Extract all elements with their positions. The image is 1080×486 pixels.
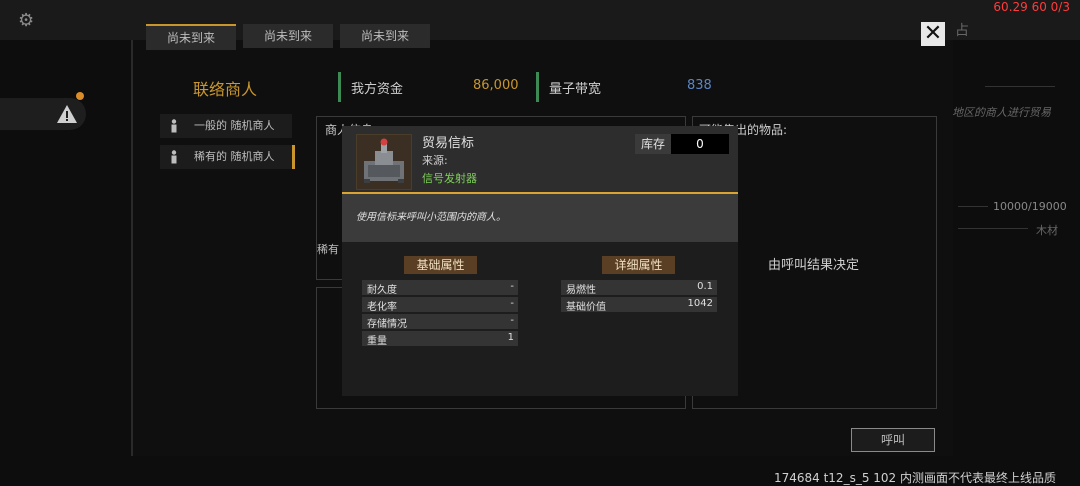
bg-right-counter: 10000/19000 [993, 200, 1067, 213]
attribute-key: 易燃性 [566, 285, 596, 296]
bg-right-item: 木材 [1036, 224, 1058, 237]
item-tooltip: 贸易信标 来源: 信号发射器 库存 0 使用信标来呼叫小范围内的商人。 基础属性… [342, 126, 738, 396]
bandwidth-value: 838 [687, 78, 712, 93]
attribute-value: 0.1 [697, 281, 713, 292]
attribute-value: - [510, 298, 514, 309]
attribute-key: 基础价值 [566, 302, 606, 313]
funds-stat: 我方资金 86,000 [338, 72, 521, 102]
attribute-value: - [510, 281, 514, 292]
attribute-value: 1 [507, 332, 514, 343]
attribute-value: 1042 [687, 298, 713, 309]
call-button[interactable]: 呼叫 [851, 428, 935, 452]
tab-3[interactable]: 尚未到来 [340, 24, 430, 48]
person-icon [171, 119, 177, 133]
rare-label: 稀有 [317, 243, 339, 256]
attribute-value: - [510, 315, 514, 326]
funds-value: 86,000 [473, 78, 519, 93]
attribute-key: 存储情况 [367, 319, 407, 330]
contact-merchant-title: 联络商人 [193, 80, 258, 99]
funds-label: 我方资金 [351, 82, 404, 97]
merchant-item-rare[interactable]: 稀有的 随机商人 [160, 145, 295, 169]
stock-label: 库存 [635, 134, 671, 154]
attribute-key: 耐久度 [367, 285, 397, 296]
description-text: 使用信标来呼叫小范围内的商人。 [356, 212, 506, 223]
attribute-row: 耐久度 - [362, 280, 518, 296]
merchant-item-common[interactable]: 一般的 随机商人 [160, 114, 292, 138]
bg-divider [985, 86, 1055, 87]
tab-1[interactable]: 尚未到来 [146, 24, 236, 50]
bandwidth-stat: 量子带宽 838 [536, 72, 719, 102]
attribute-row: 基础价值 1042 [561, 297, 717, 313]
tooltip-attributes: 基础属性 详细属性 耐久度 - 老化率 - 存储情况 - 重量 1 易燃性 0.… [342, 242, 738, 396]
build-info: 174684 t12_s_5 102 内测画面不代表最终上线品质 [773, 471, 1056, 485]
basic-attributes-header: 基础属性 [404, 256, 477, 274]
beacon-icon [356, 134, 412, 190]
source-label: 来源: [422, 154, 448, 167]
gear-icon[interactable]: ⚙ [18, 10, 34, 31]
attribute-row: 易燃性 0.1 [561, 280, 717, 296]
merchant-item-label: 稀有的 随机商人 [194, 150, 275, 163]
stock-value: 0 [671, 134, 729, 154]
tab-2[interactable]: 尚未到来 [243, 24, 333, 48]
attribute-row: 重量 1 [362, 331, 518, 347]
bandwidth-label: 量子带宽 [549, 82, 602, 97]
attribute-row: 存储情况 - [362, 314, 518, 330]
attribute-key: 老化率 [367, 302, 397, 313]
bg-right-desc: 地区的商人进行贸易 [952, 106, 1051, 119]
warning-icon[interactable] [56, 104, 78, 124]
source-value: 信号发射器 [422, 172, 477, 185]
person-icon [171, 150, 177, 164]
merchant-item-label: 一般的 随机商人 [194, 119, 275, 132]
item-title: 贸易信标 [422, 136, 475, 151]
attribute-row: 老化率 - [362, 297, 518, 313]
fps-counter: 60.29 60 0/3 [993, 0, 1070, 14]
attribute-key: 重量 [367, 336, 387, 347]
result-text: 由呼叫结果决定 [768, 258, 860, 273]
notification-dot [76, 92, 84, 100]
close-button[interactable]: ✕ [921, 22, 945, 46]
bg-right-char: 占 [955, 23, 969, 39]
bg-divider [958, 228, 1028, 229]
bg-divider [958, 206, 988, 207]
tooltip-description: 使用信标来呼叫小范围内的商人。 [342, 194, 738, 242]
detail-attributes-header: 详细属性 [602, 256, 675, 274]
